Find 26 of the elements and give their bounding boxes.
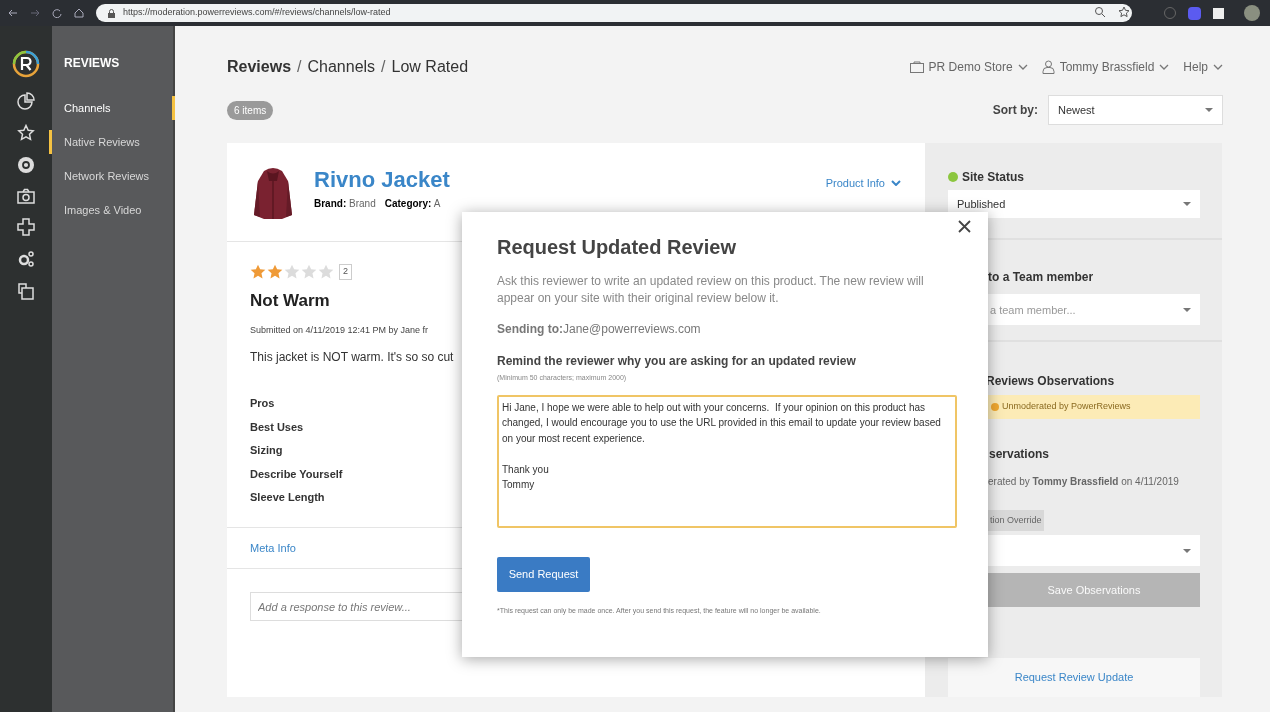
assign-title: to a Team member (988, 270, 1094, 285)
sidebar-title: REVIEWS (63, 55, 120, 72)
breadcrumb-item: Low Rated (391, 57, 469, 77)
review-title: Not Warm (250, 290, 330, 312)
brand-text: Brand: Brand (314, 197, 376, 211)
submitted-text: Submitted on 4/11/2019 12:41 PM by Jane fr (250, 323, 428, 337)
sort-label: Sort by: (992, 102, 1038, 119)
attribute-label: Best Uses (250, 419, 304, 435)
review-body: This jacket is NOT warm. It's so so cut (250, 349, 454, 366)
prompt-label: Remind the reviewer why you are asking for an updated review (497, 353, 856, 370)
modal-description: Ask this reviewer to write an updated review on this product. The new review will appear on your site with their original review below it. (497, 273, 925, 307)
attribute-label: Sizing (250, 443, 283, 458)
attribute-label: Describe Yourself (250, 466, 343, 482)
breadcrumb-separator: / (381, 57, 386, 77)
breadcrumb-separator: / (297, 57, 302, 77)
observations-subtitle: servations (989, 446, 1050, 461)
count-badge: 6 items (227, 100, 274, 120)
rating-count: 2 (339, 264, 352, 280)
attribute-label: Pros (250, 396, 275, 411)
category-text: Category: A (384, 197, 441, 211)
site-status-title: Site Status (962, 169, 1024, 186)
moderated-by-text: erated by Tommy Brassfield on 4/11/2019 (988, 475, 1179, 487)
override-tag: tion Override (988, 509, 1044, 531)
modal-title: Request Updated Review (497, 235, 736, 260)
recipient-text: Sending to:Jane@powerreviews.com (497, 321, 701, 338)
attribute-label: Sleeve Length (250, 490, 325, 505)
